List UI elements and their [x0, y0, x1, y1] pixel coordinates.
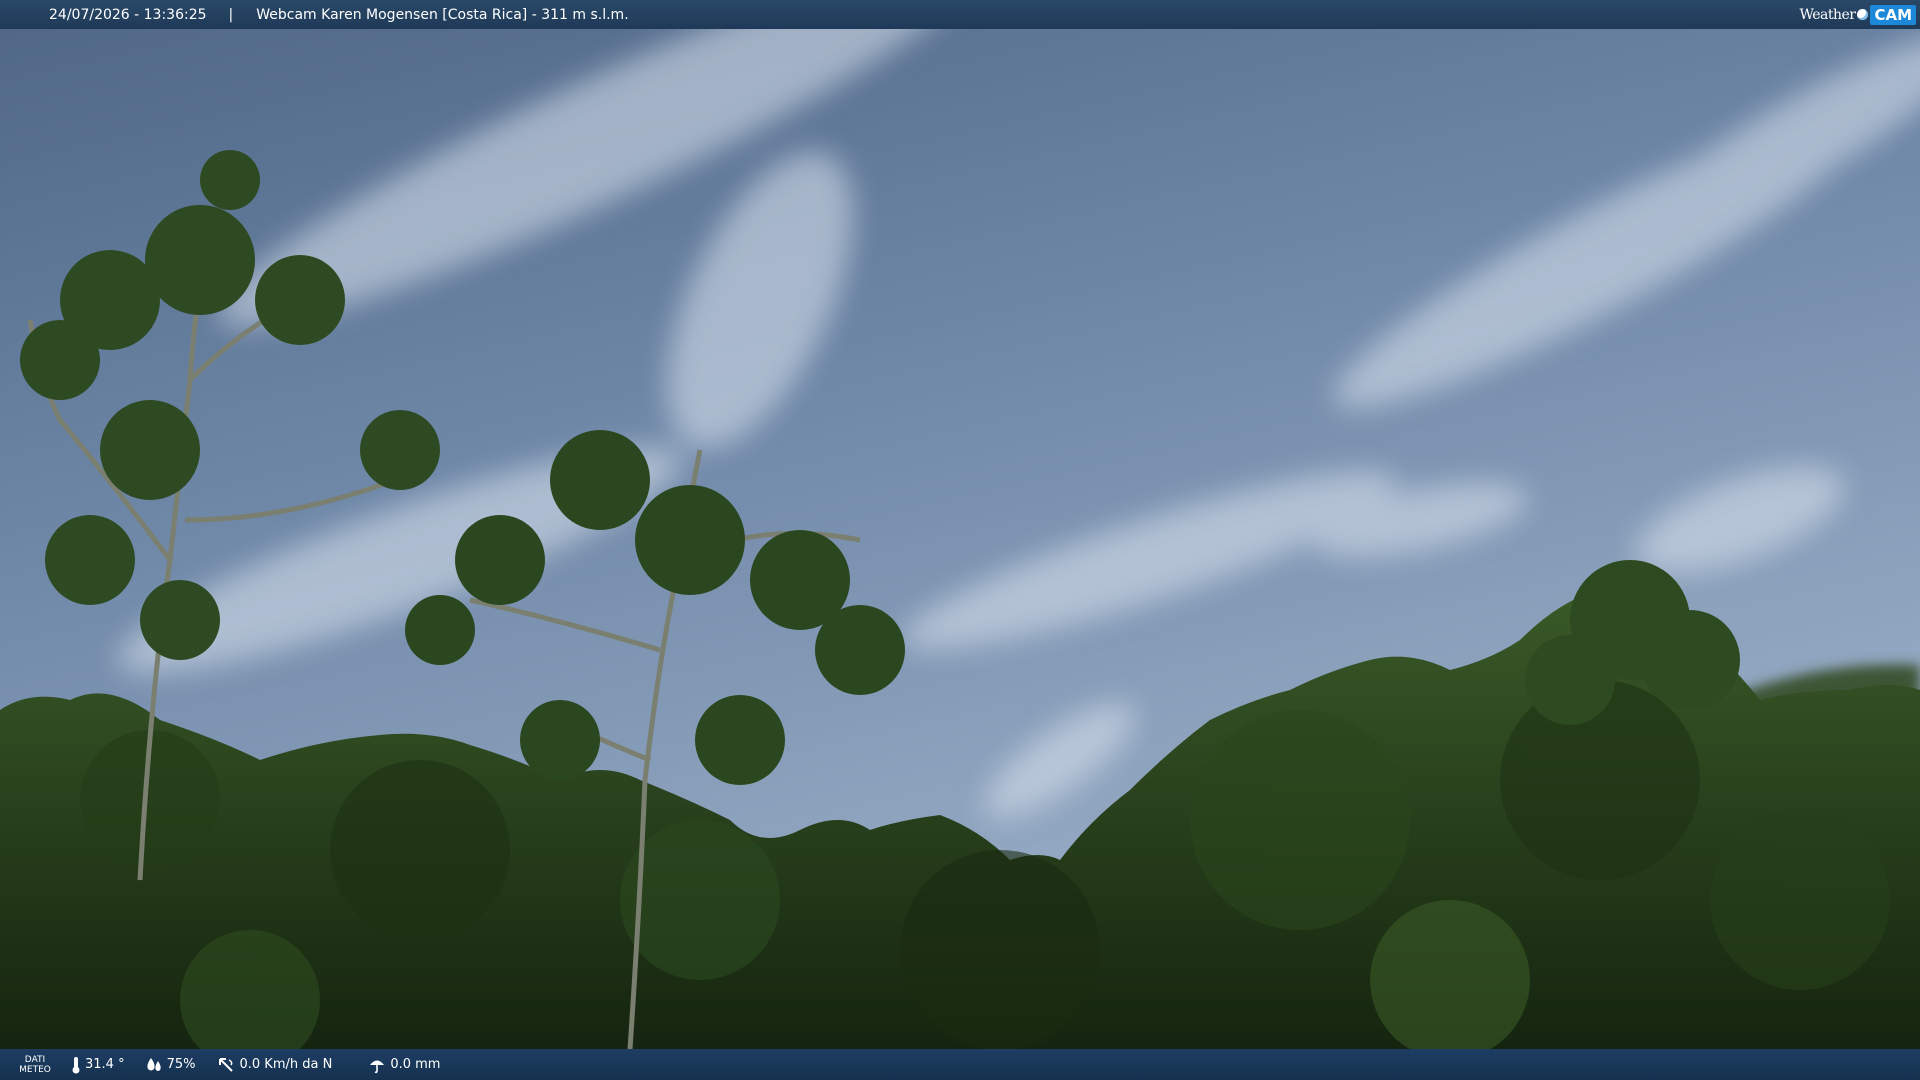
datetime-label: 24/07/2026 - 13:36:25 — [49, 6, 207, 23]
logo-globe-icon — [1857, 9, 1869, 20]
weather-data-label: DATI METEO — [19, 1054, 51, 1075]
logo-weather-text: Weather — [1799, 6, 1856, 23]
rain-value: 0.0 mm — [390, 1057, 441, 1072]
logo-cam-text: CAM — [1870, 4, 1916, 25]
humidity-drops-icon — [147, 1057, 161, 1071]
webcam-image — [0, 0, 1920, 1080]
temperature-item: 31.4 ° — [71, 1056, 125, 1074]
rain-item: 0.0 mm — [368, 1056, 440, 1074]
weather-data-bar: DATI METEO 31.4 ° 75% 0.0 Km/h da N 0.0 … — [0, 1049, 1920, 1080]
thermometer-icon — [72, 1056, 80, 1073]
humidity-value: 75% — [166, 1057, 196, 1072]
wind-value: 0.0 Km/h da N — [239, 1057, 333, 1072]
header-bar: 24/07/2026 - 13:36:25 | Webcam Karen Mog… — [0, 0, 1920, 29]
wind-arrow-icon — [219, 1057, 234, 1072]
umbrella-icon — [370, 1060, 385, 1073]
header-separator: | — [228, 6, 234, 23]
humidity-item: 75% — [145, 1057, 196, 1073]
webcam-title: Webcam Karen Mogensen [Costa Rica] - 311… — [256, 6, 629, 23]
temperature-value: 31.4 ° — [85, 1057, 125, 1072]
wind-item: 0.0 Km/h da N — [217, 1056, 332, 1074]
weathercam-logo: Weather CAM — [1799, 3, 1916, 26]
